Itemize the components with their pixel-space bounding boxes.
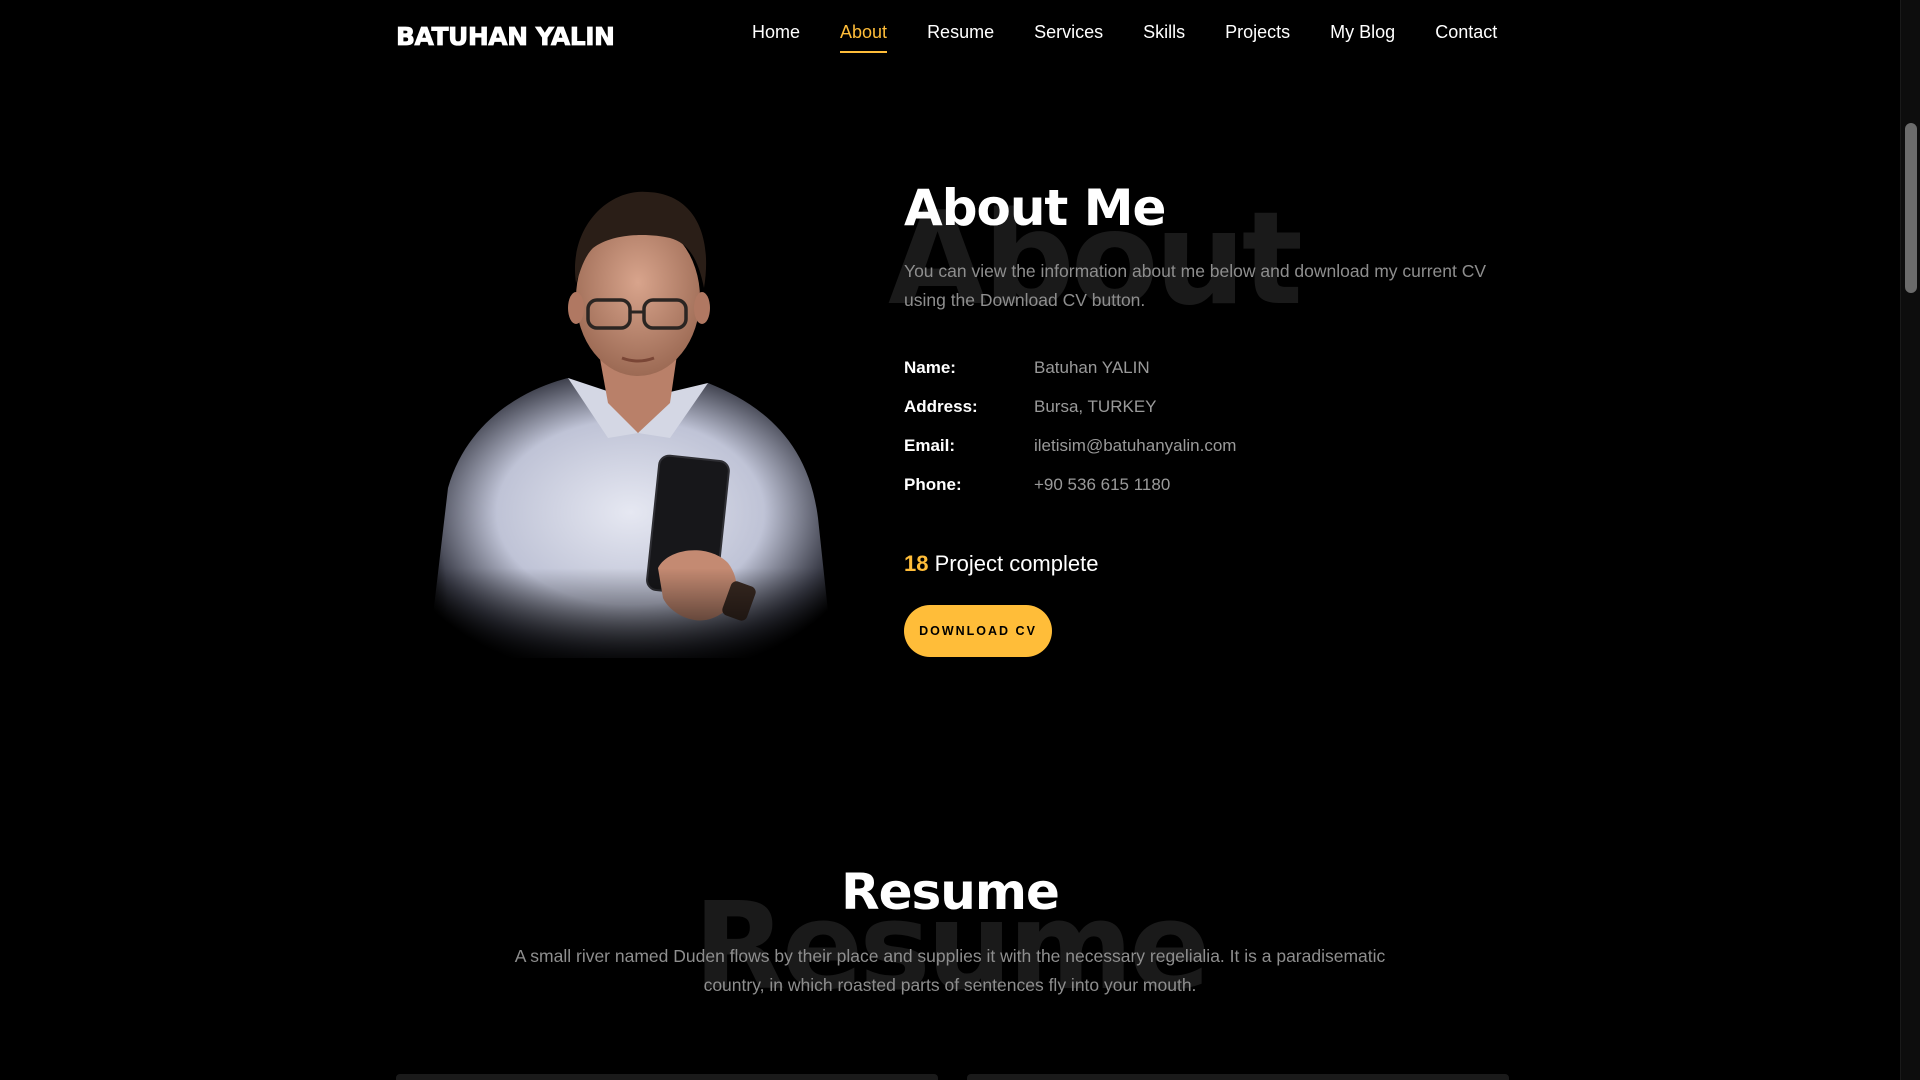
about-description: You can view the information about me be… (904, 260, 1487, 310)
info-label: Email: (904, 436, 956, 455)
nav-item-home: Home (752, 22, 800, 53)
info-value: iletisim@batuhanyalin.com (1034, 436, 1237, 455)
nav-link-home[interactable]: Home (752, 22, 800, 51)
info-label: Phone: (904, 475, 962, 494)
about-section: About Me You can view the information ab… (904, 182, 1494, 657)
info-row-email: Email: iletisim@batuhanyalin.com (904, 427, 1494, 466)
nav-item-contact: Contact (1435, 22, 1497, 53)
navbar: BATUHAN YALIN Home About Resume Services… (0, 0, 1900, 74)
info-row-name: Name: Batuhan YALIN (904, 349, 1494, 388)
nav-item-resume: Resume (927, 22, 994, 53)
info-label: Address: (904, 397, 978, 416)
info-row-phone: Phone: +90 536 615 1180 (904, 466, 1494, 505)
nav-link-resume[interactable]: Resume (927, 22, 994, 51)
info-value: +90 536 615 1180 (1034, 475, 1171, 494)
project-counter: 18 Project complete (904, 551, 1494, 577)
download-cv-button[interactable]: DOWNLOAD CV (904, 604, 1052, 657)
nav-item-services: Services (1034, 22, 1103, 53)
resume-card-right (967, 1074, 1509, 1080)
nav-link-about[interactable]: About (840, 22, 888, 53)
nav-link-projects[interactable]: Projects (1225, 22, 1290, 51)
info-label: Name: (904, 358, 956, 377)
nav-menu: Home About Resume Services Skills Projec… (752, 22, 1497, 53)
counter-text: Project complete (934, 550, 1099, 576)
nav-link-services[interactable]: Services (1034, 22, 1103, 51)
profile-photo (408, 191, 848, 678)
resume-description: A small river named Duden flows by their… (514, 946, 1386, 995)
scrollbar-thumb[interactable] (1905, 123, 1917, 293)
resume-card-left (396, 1074, 938, 1080)
info-value: Batuhan YALIN (1034, 358, 1150, 377)
about-title: About Me (904, 179, 1166, 237)
info-row-address: Address: Bursa, TURKEY (904, 388, 1494, 427)
nav-item-projects: Projects (1225, 22, 1290, 53)
page: BATUHAN YALIN Home About Resume Services… (0, 0, 1920, 1080)
resume-title: Resume (841, 863, 1060, 921)
info-value: Bursa, TURKEY (1034, 397, 1157, 416)
scrollbar-track[interactable] (1900, 0, 1920, 1080)
nav-item-skills: Skills (1143, 22, 1185, 53)
nav-link-skills[interactable]: Skills (1143, 22, 1185, 51)
nav-link-blog[interactable]: My Blog (1330, 22, 1395, 51)
nav-link-contact[interactable]: Contact (1435, 22, 1497, 51)
about-info-list: Name: Batuhan YALIN Address: Bursa, TURK… (904, 349, 1494, 505)
nav-item-about: About (840, 22, 888, 53)
nav-item-blog: My Blog (1330, 22, 1395, 53)
resume-section: Resume Resume A small river named Duden … (0, 850, 1900, 1008)
counter-number: 18 (904, 550, 929, 576)
brand-logo[interactable]: BATUHAN YALIN (396, 22, 616, 52)
